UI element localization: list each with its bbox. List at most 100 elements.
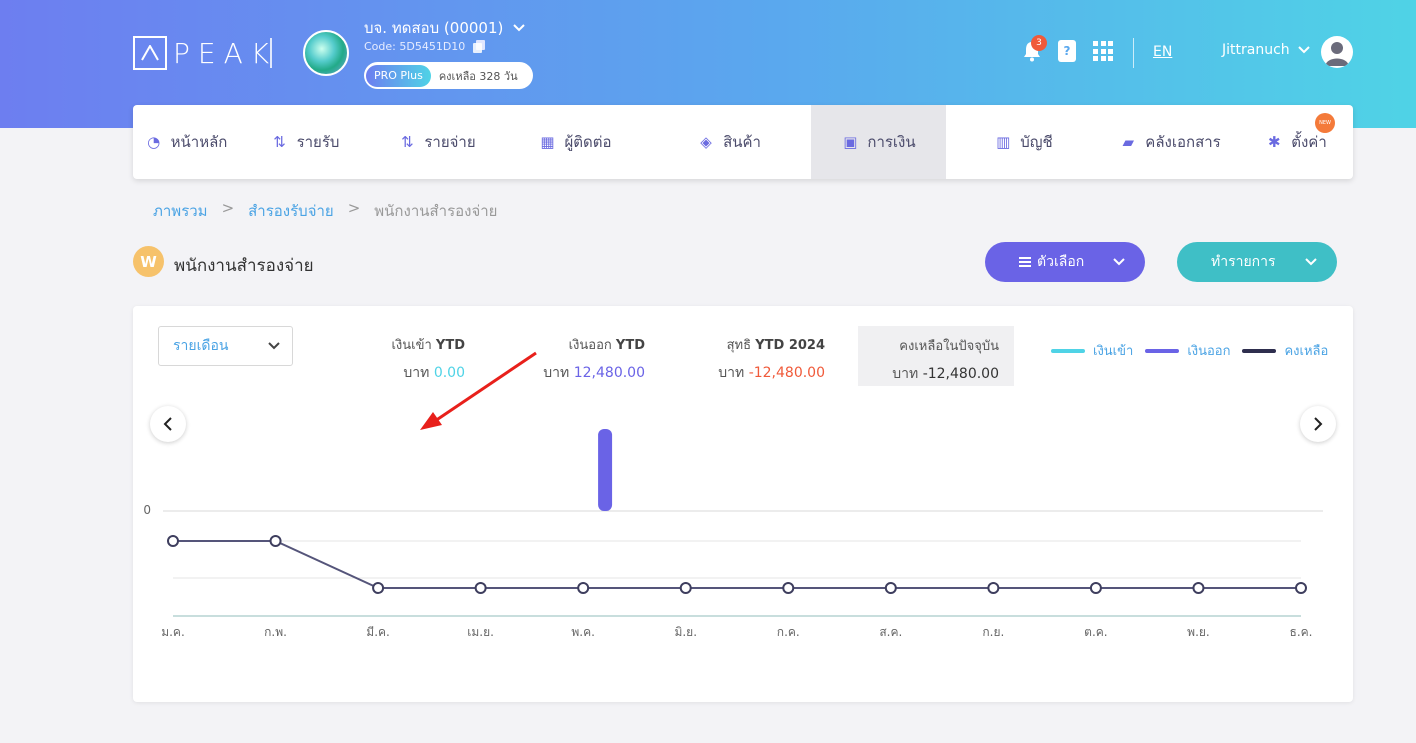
chevron-down-icon <box>1113 258 1125 266</box>
breadcrumb-overview[interactable]: ภาพรวม <box>153 199 208 223</box>
x-tick-label: ส.ค. <box>879 625 902 639</box>
annotation-arrow <box>420 351 537 430</box>
x-tick-label: ก.ค. <box>777 625 800 639</box>
nav-item-finance[interactable]: ▣ การเงิน <box>811 105 946 179</box>
finance-chart: 0 ม.ค. ก.พ. มี.ค. เม.ย. พ.ค. มิ.ย. ก.ค. ส.ค. ก.ย… <box>143 351 1323 639</box>
x-tick-label: ต.ค. <box>1084 625 1107 639</box>
balance-point[interactable] <box>269 535 282 547</box>
chevron-down-icon <box>513 24 526 32</box>
transaction-button[interactable]: ทำรายการ <box>1177 242 1337 282</box>
x-tick-label: ก.พ. <box>264 625 287 639</box>
plan-badge[interactable]: PRO Plus คงเหลือ 328 วัน <box>364 62 533 89</box>
nav-item-label: รายจ่าย <box>424 133 476 151</box>
summary-card: รายเดือน เงินเข้า YTD บาท 0.00 เงินออก Y… <box>133 306 1353 702</box>
bar-series <box>598 429 613 511</box>
apps-grid-icon[interactable] <box>1093 41 1113 61</box>
nav-item-label: การเงิน <box>867 133 916 151</box>
nav-item-accounting[interactable]: ▥ บัญชี <box>946 105 1101 179</box>
company-code: Code: 5D5451D10 <box>364 40 466 53</box>
help-book-icon[interactable]: ? <box>1058 40 1076 62</box>
page-title: พนักงานสำรองจ่าย <box>174 256 314 276</box>
nav-item-expense[interactable]: ⇅ รายจ่าย <box>371 105 503 179</box>
user-avatar[interactable] <box>1321 36 1353 68</box>
nav-item-contacts[interactable]: ▦ ผู้ติดต่อ <box>503 105 647 179</box>
x-tick-label: มี.ค. <box>366 625 390 639</box>
logo-mark-icon <box>133 36 167 70</box>
chevron-down-icon <box>1297 46 1310 54</box>
balance-point[interactable] <box>372 582 385 594</box>
menu-icon <box>1019 257 1031 267</box>
x-tick-label: พ.ย. <box>1187 625 1210 639</box>
nav-item-label: ผู้ติดต่อ <box>564 133 612 151</box>
plan-name: PRO Plus <box>366 64 431 87</box>
box-icon: ◈ <box>700 133 712 151</box>
nav-item-label: รายรับ <box>296 133 340 151</box>
company-name: บจ. ทดสอบ (00001) <box>364 19 504 37</box>
notification-count-badge: 3 <box>1031 35 1047 51</box>
balance-point[interactable] <box>577 582 590 594</box>
nav-item-documents[interactable]: ▰ คลังเอกสาร <box>1101 105 1239 179</box>
breadcrumb: ภาพรวม > สำรองรับจ่าย > พนักงานสำรองจ่าย <box>153 199 497 223</box>
x-tick-label: พ.ค. <box>571 625 595 639</box>
user-menu[interactable]: Jittranuch <box>1222 42 1310 58</box>
balance-point[interactable] <box>782 582 795 594</box>
balance-point[interactable] <box>987 582 1000 594</box>
ledger-icon: ▥ <box>996 133 1011 151</box>
new-badge: NEW <box>1315 113 1335 133</box>
balance-point[interactable] <box>884 582 897 594</box>
money-icon: ▣ <box>843 133 858 151</box>
balance-point[interactable] <box>1295 582 1307 594</box>
nav-item-label: บัญชี <box>1020 133 1053 151</box>
nav-item-label: สินค้า <box>723 133 761 151</box>
company-code-row: Code: 5D5451D10 <box>364 40 486 53</box>
balance-point[interactable] <box>167 535 179 547</box>
header-divider <box>1133 38 1134 68</box>
options-button[interactable]: ตัวเลือก <box>985 242 1145 282</box>
breadcrumb-separator: > <box>221 199 235 217</box>
balance-line <box>173 540 1301 589</box>
x-axis-labels: ม.ค. ก.พ. มี.ค. เม.ย. พ.ค. มิ.ย. ก.ค. ส.ค. ก.ย. ต… <box>161 625 1312 639</box>
peak-logo[interactable]: PEAK <box>133 36 277 70</box>
page-avatar: W <box>133 246 164 277</box>
y-tick-label: 0 <box>143 503 151 517</box>
nav-item-products[interactable]: ◈ สินค้า <box>647 105 811 179</box>
logo-text: PEAK <box>173 36 278 70</box>
options-button-label: ตัวเลือก <box>1037 254 1085 270</box>
language-switch[interactable]: EN <box>1153 44 1172 60</box>
main-nav: ◔ หน้าหลัก ⇅ รายรับ ⇅ รายจ่าย ▦ ผู้ติดต่… <box>133 105 1353 179</box>
breadcrumb-current: พนักงานสำรองจ่าย <box>374 202 498 220</box>
nav-item-label: หน้าหลัก <box>170 133 228 151</box>
copy-icon[interactable] <box>473 40 486 53</box>
annotation-arrow-head <box>420 412 442 430</box>
balance-point[interactable] <box>1192 582 1205 594</box>
nav-item-home[interactable]: ◔ หน้าหลัก <box>133 105 239 179</box>
transaction-button-label: ทำรายการ <box>1211 254 1276 270</box>
nav-item-label: ตั้งค่า <box>1291 133 1327 151</box>
chevron-down-icon <box>1305 258 1317 266</box>
balance-point[interactable] <box>474 582 487 594</box>
income-icon: ⇅ <box>273 133 286 151</box>
x-tick-label: เม.ย. <box>467 625 494 639</box>
gear-icon: ✱ <box>1267 133 1281 151</box>
expense-bar[interactable] <box>598 429 613 511</box>
x-tick-label: ก.ย. <box>982 625 1004 639</box>
annotation-arrow-line <box>434 351 537 423</box>
x-tick-label: ธ.ค. <box>1290 625 1313 639</box>
balance-point[interactable] <box>679 582 692 594</box>
chart-icon: ◔ <box>147 133 161 151</box>
expense-icon: ⇅ <box>401 133 414 151</box>
nav-item-settings[interactable]: ✱ ตั้งค่า NEW <box>1239 105 1353 179</box>
nav-item-label: คลังเอกสาร <box>1145 133 1221 151</box>
breadcrumb-reserve[interactable]: สำรองรับจ่าย <box>248 199 334 223</box>
company-switcher[interactable]: บจ. ทดสอบ (00001) <box>364 16 526 40</box>
contacts-icon: ▦ <box>540 133 555 151</box>
user-name: Jittranuch <box>1222 42 1290 58</box>
balance-point[interactable] <box>1089 582 1102 594</box>
x-tick-label: มิ.ย. <box>674 625 697 639</box>
nav-item-income[interactable]: ⇅ รายรับ <box>239 105 371 179</box>
plan-remaining: คงเหลือ 328 วัน <box>438 69 518 83</box>
breadcrumb-separator: > <box>347 199 361 217</box>
company-avatar[interactable] <box>303 30 349 76</box>
logo-divider <box>270 38 272 68</box>
folder-icon: ▰ <box>1122 133 1135 151</box>
